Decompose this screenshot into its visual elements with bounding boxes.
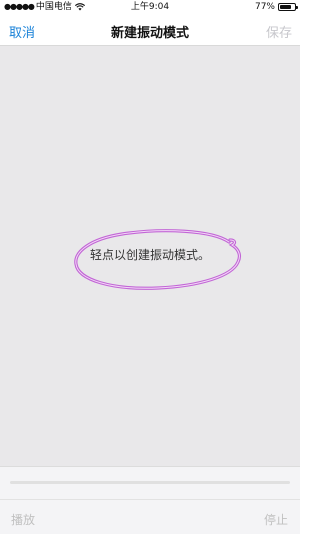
battery-fill — [280, 5, 291, 9]
save-button[interactable]: 保存 — [266, 22, 292, 41]
navigation-bar: 取消 新建振动模式 保存 — [0, 14, 300, 46]
page-title: 新建振动模式 — [110, 26, 189, 41]
battery-icon — [278, 3, 298, 11]
vibration-tap-area[interactable]: 轻点以创建振动模式。 — [0, 46, 300, 466]
playback-progress-bar — [10, 481, 290, 484]
stop-button[interactable]: 停止 — [264, 511, 288, 528]
playback-panel: 播放 停止 — [0, 466, 300, 534]
play-button[interactable]: 播放 — [11, 511, 35, 528]
tap-hint-text: 轻点以创建振动模式。 — [89, 248, 210, 262]
battery-percentage: 77% — [254, 2, 275, 12]
status-bar: ●●●●● 中国电信 上午9:04 77% — [0, 0, 300, 14]
divider — [0, 499, 300, 500]
status-right: 77% — [254, 0, 298, 14]
